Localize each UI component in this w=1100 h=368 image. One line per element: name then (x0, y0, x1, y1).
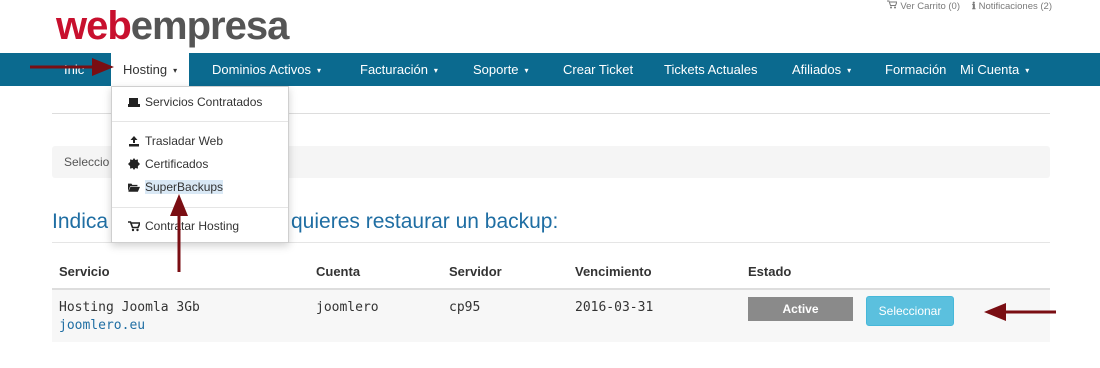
notifications-link[interactable]: ℹ Notificaciones (2) (972, 0, 1052, 12)
caret-down-icon: ▾ (524, 66, 529, 76)
cell-vencimiento: 2016-03-31 (575, 300, 654, 315)
menu-item-label: Trasladar Web (145, 134, 224, 148)
menu-item-label: Certificados (145, 157, 209, 171)
notifications-label: Notificaciones (2) (978, 0, 1052, 12)
menu-divider (112, 121, 288, 122)
nav-item-soporte[interactable]: Soporte ▾ (473, 53, 529, 86)
page-heading-right: quieres restaurar un backup: (291, 210, 559, 233)
select-button[interactable]: Seleccionar (866, 296, 954, 326)
nav-item-mi-cuenta[interactable]: Mi Cuenta ▾ (960, 53, 1029, 86)
menu-item-label: Servicios Contratados (145, 95, 263, 109)
column-header-estado[interactable]: Estado (748, 264, 791, 279)
view-cart-link[interactable]: Ver Carrito (0) (887, 0, 960, 12)
logo-empresa: empresa (130, 4, 290, 48)
nav-item-crear-ticket[interactable]: Crear Ticket (563, 53, 633, 86)
hosting-dropdown-menu: Servicios Contratados Trasladar Web Cert… (111, 86, 289, 243)
nav-item-facturacion[interactable]: Facturación ▾ (360, 53, 438, 86)
menu-item-superbackups[interactable]: SuperBackups (128, 180, 224, 194)
arrow-right-icon (30, 58, 114, 76)
menu-item-certificados[interactable]: Certificados (128, 157, 208, 171)
nav-label: Dominios Activos (212, 62, 311, 77)
domain-link[interactable]: joomlero.eu (59, 318, 145, 333)
view-cart-label: Ver Carrito (0) (900, 0, 960, 12)
column-header-servicio[interactable]: Servicio (59, 264, 110, 279)
nav-label: Tickets Actuales (664, 62, 758, 77)
nav-item-afiliados[interactable]: Afiliados ▾ (792, 53, 851, 86)
nav-item-tickets-actuales[interactable]: Tickets Actuales (664, 53, 757, 86)
cell-cuenta: joomlero (316, 300, 379, 315)
menu-item-servicios-contratados[interactable]: Servicios Contratados (128, 95, 262, 109)
nav-label: Facturación (360, 62, 428, 77)
folder-open-icon (128, 181, 140, 193)
nav-label: Crear Ticket (563, 62, 634, 77)
cell-servicio: Hosting Joomla 3Gb (59, 300, 200, 315)
top-links: Ver Carrito (0) ℹ Notificaciones (2) (887, 0, 1052, 12)
menu-item-label: SuperBackups (145, 180, 224, 194)
page-heading-left: Indica (52, 210, 109, 233)
arrow-up-icon (170, 194, 188, 272)
caret-down-icon: ▾ (1025, 66, 1030, 76)
status-badge: Active (748, 297, 853, 321)
caret-down-icon: ▾ (173, 66, 178, 76)
column-header-vencimiento[interactable]: Vencimiento (575, 264, 652, 279)
nav-item-formacion[interactable]: Formación (885, 53, 946, 86)
hdd-icon (128, 96, 140, 108)
nav-label: Mi Cuenta (960, 62, 1020, 77)
caret-down-icon: ▾ (433, 66, 438, 76)
upload-icon (128, 135, 140, 147)
nav-label: Formación (885, 62, 947, 77)
nav-label: Afiliados (792, 62, 842, 77)
nav-item-dominios[interactable]: Dominios Activos ▾ (212, 53, 321, 86)
nav-label: Hosting (123, 62, 168, 77)
column-header-servidor[interactable]: Servidor (449, 264, 502, 279)
arrow-left-icon (984, 303, 1056, 321)
column-header-cuenta[interactable]: Cuenta (316, 264, 360, 279)
cart-icon (128, 220, 140, 232)
menu-item-label: Contratar Hosting (145, 219, 240, 233)
menu-divider (112, 207, 288, 208)
cart-icon (887, 0, 899, 12)
webempresa-logo[interactable]: web empresa (56, 2, 290, 48)
nav-item-hosting[interactable]: Hosting ▾ (111, 53, 190, 86)
info-icon: ℹ (972, 0, 976, 12)
cell-servidor: cp95 (449, 300, 481, 315)
logo-web: web (56, 4, 132, 48)
select-band-text: Seleccio (64, 155, 110, 169)
certificate-icon (128, 158, 140, 170)
nav-label: Soporte (473, 62, 519, 77)
caret-down-icon: ▾ (316, 66, 321, 76)
caret-down-icon: ▾ (847, 66, 852, 76)
main-navbar: Inic Hosting ▾ Dominios Activos ▾ Facturac… (0, 53, 1100, 86)
menu-item-trasladar-web[interactable]: Trasladar Web (128, 134, 223, 148)
